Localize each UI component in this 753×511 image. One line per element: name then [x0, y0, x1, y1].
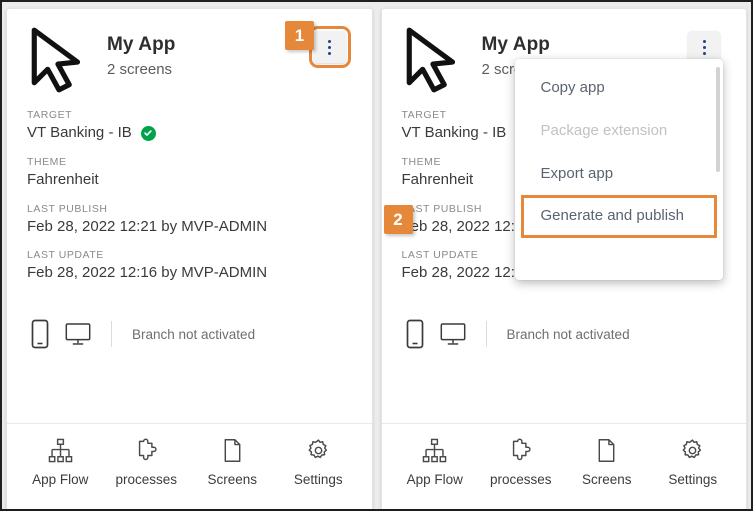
mobile-phone-icon[interactable]: [27, 319, 53, 349]
field-target: TARGET VT Banking - IB: [27, 109, 352, 143]
title-block-left: My App 2 screens: [107, 23, 176, 79]
app-card-left: My App 2 screens TARGET VT Banking - IB: [6, 8, 373, 509]
page-title: My App: [481, 34, 551, 55]
divider: [111, 321, 112, 347]
cursor-arrow-icon: [27, 25, 93, 95]
tool-screens[interactable]: Screens: [193, 438, 271, 487]
app-context-menu: Copy app Package extension Export app Ge…: [514, 59, 723, 280]
kebab-dot: [328, 45, 331, 49]
field-last-publish: LAST PUBLISH Feb 28, 2022 12:21 by MVP-A…: [27, 203, 352, 237]
field-label: LAST PUBLISH: [27, 202, 108, 215]
field-value: Feb 28, 2022 12:21 by MVP-ADMIN: [27, 217, 268, 235]
divider: [485, 321, 487, 347]
app-cards-stage: My App 2 screens TARGET VT Banking - IB: [2, 2, 751, 509]
menu-item-export-app[interactable]: Export app: [515, 153, 723, 196]
page-title: My App: [107, 34, 176, 55]
mobile-phone-icon[interactable]: [402, 319, 428, 349]
card-footer-left: App Flow processes Screens Settings: [7, 423, 372, 509]
sitemap-icon: [48, 438, 73, 463]
card-body-left: My App 2 screens TARGET VT Banking - IB: [7, 9, 372, 423]
tool-label: App Flow: [32, 472, 89, 487]
document-page-icon: [594, 438, 619, 463]
kebab-dot: [702, 51, 706, 55]
field-label: LAST UPDATE: [27, 249, 104, 262]
screens-count: 2 screens: [107, 60, 173, 78]
field-last-update: LAST UPDATE Feb 28, 2022 12:16 by MVP-AD…: [27, 249, 352, 283]
tool-settings[interactable]: Settings: [654, 438, 732, 487]
kebab-dot: [702, 39, 706, 43]
check-circle-icon: [140, 125, 156, 141]
field-label: THEME: [27, 155, 67, 168]
field-value: VT Banking - IB: [27, 124, 352, 143]
tool-label: Screens: [207, 472, 258, 487]
document-page-icon: [220, 438, 245, 463]
gear-icon: [306, 438, 331, 463]
puzzle-piece-icon: [508, 438, 533, 463]
sitemap-icon: [422, 438, 447, 463]
tool-app-flow[interactable]: App Flow: [396, 438, 474, 487]
kebab-dot: [328, 39, 331, 43]
kebab-dot: [328, 51, 331, 55]
tool-label: App Flow: [406, 472, 463, 487]
desktop-monitor-icon[interactable]: [440, 319, 466, 349]
puzzle-piece-icon: [134, 438, 159, 463]
card-footer-right: App Flow processes Screens Settings: [381, 423, 746, 509]
app-card-right: My App 2 screens TARGET VT Banking - IB: [380, 8, 747, 509]
tool-label: processes: [115, 472, 178, 487]
devices-row-left: Branch not activated: [27, 319, 352, 355]
field-theme: THEME Fahrenheit: [27, 156, 352, 190]
branch-status-text: Branch not activated: [506, 326, 630, 342]
kebab-menu-button-left[interactable]: [308, 26, 351, 68]
target-name: VT Banking - IB: [401, 124, 507, 141]
tool-label: Settings: [668, 472, 718, 487]
field-value: Feb 28, 2022 12:16 by MVP-ADMIN: [27, 264, 268, 282]
menu-item-package-extension: Package extension: [540, 121, 668, 139]
tool-label: Settings: [293, 472, 343, 487]
tool-processes[interactable]: processes: [107, 438, 185, 487]
kebab-dot: [702, 45, 706, 49]
menu-item-copy-app[interactable]: Copy app: [515, 67, 723, 110]
tool-processes[interactable]: processes: [482, 438, 560, 487]
field-value: Fahrenheit: [27, 170, 99, 188]
gear-icon: [680, 438, 705, 463]
desktop-monitor-icon[interactable]: [65, 319, 91, 349]
tool-label: processes: [489, 472, 552, 487]
menu-item-generate-and-publish[interactable]: Generate and publish: [520, 195, 717, 238]
field-label: TARGET: [27, 109, 73, 121]
tool-label: Screens: [581, 472, 632, 487]
annotation-step-2: 2: [383, 205, 413, 234]
tool-screens[interactable]: Screens: [568, 438, 646, 487]
annotation-step-1: 1: [285, 21, 314, 50]
branch-status-text: Branch not activated: [132, 326, 256, 342]
card-body-right: My App 2 screens TARGET VT Banking - IB: [382, 9, 747, 423]
devices-row-right: Branch not activated: [402, 319, 727, 355]
menu-scrollbar[interactable]: [715, 67, 720, 172]
cursor-arrow-icon: [402, 25, 468, 95]
tool-app-flow[interactable]: App Flow: [21, 438, 99, 487]
details-list-left: TARGET VT Banking - IB THEME Fahrenheit: [27, 109, 352, 283]
target-name: VT Banking - IB: [27, 124, 132, 141]
tool-settings[interactable]: Settings: [279, 438, 357, 487]
